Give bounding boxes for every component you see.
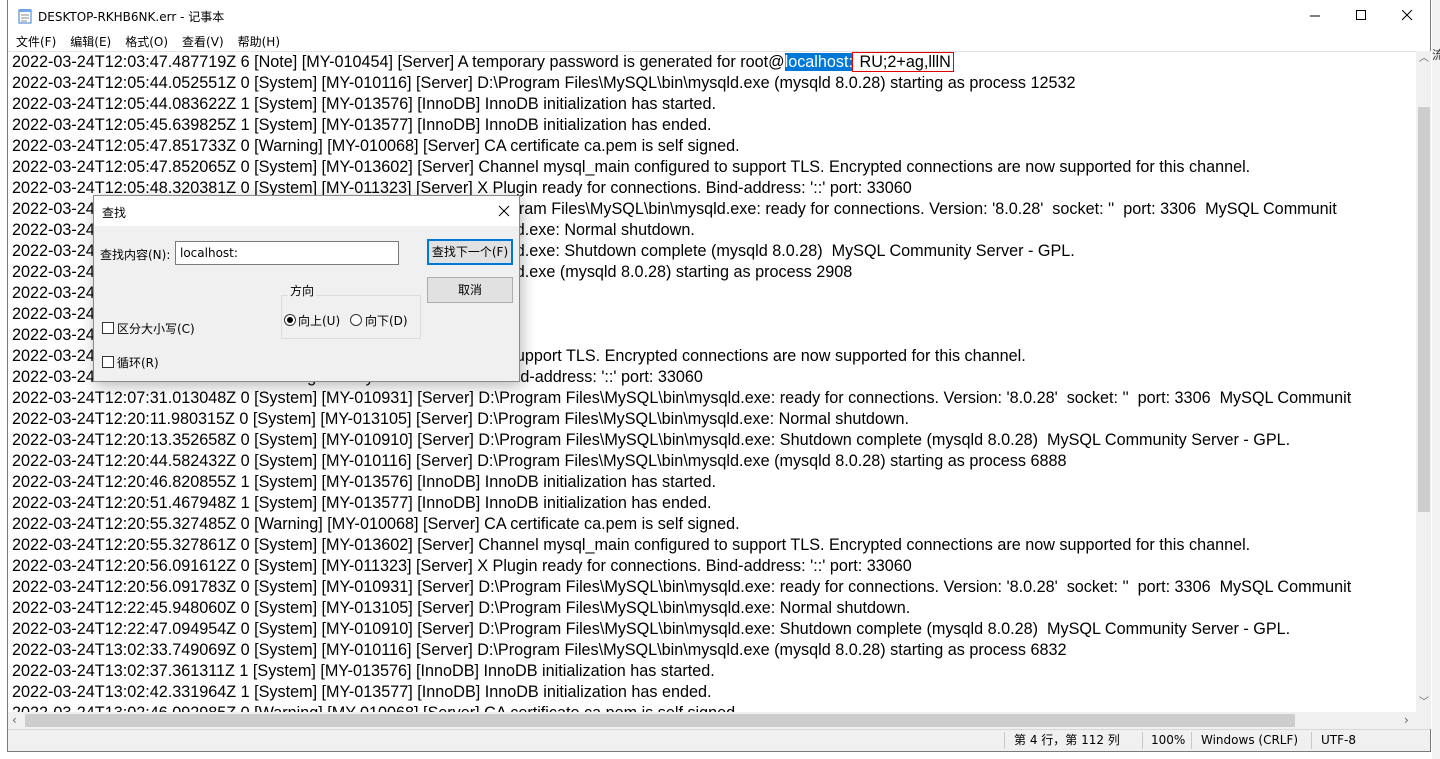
zoom-level: 100% — [1151, 733, 1186, 747]
direction-up-label[interactable]: 向上(U) — [298, 312, 340, 329]
scroll-right-icon[interactable]: › — [1404, 714, 1409, 726]
text-line: 2022-03-24T12:05:47.851733Z 0 [Warning] … — [12, 137, 740, 155]
menu-bar: 文件(F) 编辑(E) 格式(O) 查看(V) 帮助(H) — [8, 31, 1430, 51]
status-separator — [1311, 732, 1312, 749]
minimize-button[interactable] — [1292, 0, 1338, 31]
cancel-button[interactable]: 取消 — [427, 277, 513, 303]
menu-view[interactable]: 查看(V) — [175, 33, 231, 50]
first-line-prefix: 2022-03-24T12:03:47.487719Z 6 [Note] [MY… — [12, 53, 785, 71]
scroll-up-icon[interactable]: ︿ — [1419, 54, 1429, 64]
text-line: 2022-03-24T12:20:55.327861Z 0 [System] [… — [12, 536, 1251, 554]
text-line: 2022-03-24T12:05:44.083622Z 1 [System] [… — [12, 95, 716, 113]
line-ending: Windows (CRLF) — [1201, 733, 1299, 747]
find-next-button[interactable]: 查找下一个(F) — [427, 239, 513, 265]
text-line: 2022-03-24T12:20:11.980315Z 0 [System] [… — [12, 410, 910, 428]
text-line: 2022-03-24T12:20:56.091783Z 0 [System] [… — [12, 578, 1352, 596]
direction-down-label[interactable]: 向下(D) — [365, 312, 408, 329]
text-line: 2022-03-24T12:20:56.091612Z 0 [System] [… — [12, 557, 912, 575]
text-line: 2022-03-24T13:02:42.331964Z 1 [System] [… — [12, 683, 712, 701]
minimize-icon — [1309, 15, 1320, 17]
selected-text: localhost: — [784, 53, 853, 71]
close-icon — [1401, 10, 1412, 21]
encoding: UTF-8 — [1321, 733, 1356, 747]
text-line: 2022-03-24T12:05:44.052551Z 0 [System] [… — [12, 74, 1076, 92]
text-line: 2022-03-24T13:02:46.092985Z 0 [Warning] … — [12, 703, 1351, 712]
text-line: 2022-03-24T12:20:44.582432Z 0 [System] [… — [12, 452, 1067, 470]
text-line: 2022-03-24T12:20:46.820855Z 1 [System] [… — [12, 473, 716, 491]
background-window-text: 流 — [1432, 48, 1440, 62]
notepad-icon — [18, 9, 32, 24]
vertical-scrollbar[interactable]: ︿ ﹀ — [1416, 51, 1431, 712]
find-dialog: 查找 查找内容(N): localhost: 查找下一个(F) 取消 方向 向上… — [93, 195, 520, 382]
find-dialog-close-button[interactable] — [493, 200, 515, 222]
wrap-around-checkbox[interactable] — [102, 356, 114, 368]
menu-help[interactable]: 帮助(H) — [231, 33, 287, 50]
text-line: 2022-03-24T13:02:33.749069Z 0 [System] [… — [12, 641, 1067, 659]
direction-down-radio[interactable] — [350, 314, 362, 326]
match-case-checkbox[interactable] — [102, 322, 114, 334]
text-line: 2022-03-24T12:20:13.352658Z 0 [System] [… — [12, 431, 1291, 449]
direction-label: 方向 — [288, 282, 317, 299]
maximize-icon — [1355, 10, 1366, 20]
text-line: 2022-03-24T12:05:47.852065Z 0 [System] [… — [12, 158, 1251, 176]
text-line: 2022-03-24T12:22:47.094954Z 0 [System] [… — [12, 620, 1291, 638]
status-separator — [1142, 732, 1143, 749]
find-what-input[interactable]: localhost: — [175, 241, 399, 265]
text-line: 2022-03-24T12:20:51.467948Z 1 [System] [… — [12, 494, 712, 512]
horizontal-scroll-thumb[interactable] — [25, 714, 1295, 727]
text-line: 2022-03-24T12:07:31.013048Z 0 [System] [… — [12, 389, 1352, 407]
title-bar[interactable]: DESKTOP-RKHB6NK.err - 记事本 — [8, 0, 1430, 31]
vertical-scroll-thumb[interactable] — [1418, 107, 1430, 512]
find-dialog-title: 查找 — [102, 206, 127, 220]
scroll-down-icon[interactable]: ﹀ — [1419, 698, 1429, 708]
direction-up-radio[interactable] — [284, 314, 296, 326]
menu-file[interactable]: 文件(F) — [9, 33, 63, 50]
text-lines: 2022-03-24T12:03:47.487719Z 6 [Note] [MY… — [12, 52, 1351, 712]
status-bar: 第 4 行，第 112 列 100% Windows (CRLF) UTF-8 — [8, 729, 1430, 751]
wrap-around-label[interactable]: 循环(R) — [117, 354, 159, 371]
cursor-position: 第 4 行，第 112 列 — [1014, 733, 1120, 747]
text-line: 2022-03-24T12:22:45.948060Z 0 [System] [… — [12, 599, 911, 617]
match-case-label[interactable]: 区分大小写(C) — [117, 320, 195, 337]
window-title: DESKTOP-RKHB6NK.err - 记事本 — [38, 10, 225, 24]
menu-format[interactable]: 格式(O) — [118, 33, 175, 50]
background-window-edge — [1432, 0, 1440, 759]
password-highlight: RU;2+ag,lllN — [852, 52, 954, 72]
menu-edit[interactable]: 编辑(E) — [63, 33, 118, 50]
close-icon — [498, 205, 510, 217]
scroll-corner — [1416, 712, 1431, 729]
text-line: 2022-03-24T12:05:45.639825Z 1 [System] [… — [12, 116, 712, 134]
text-line: 2022-03-24T12:20:55.327485Z 0 [Warning] … — [12, 515, 740, 533]
close-button[interactable] — [1384, 0, 1430, 31]
text-line-first: 2022-03-24T12:03:47.487719Z 6 [Note] [MY… — [12, 52, 1351, 73]
status-separator — [1191, 732, 1192, 749]
status-separator — [1004, 732, 1005, 749]
horizontal-scrollbar[interactable]: ‹ › — [8, 712, 1416, 729]
maximize-button[interactable] — [1338, 0, 1384, 31]
find-dialog-titlebar[interactable]: 查找 — [94, 196, 519, 226]
text-line: 2022-03-24T13:02:37.361311Z 1 [System] [… — [12, 662, 715, 680]
find-what-label: 查找内容(N): — [100, 248, 171, 262]
scroll-left-icon[interactable]: ‹ — [12, 714, 17, 726]
